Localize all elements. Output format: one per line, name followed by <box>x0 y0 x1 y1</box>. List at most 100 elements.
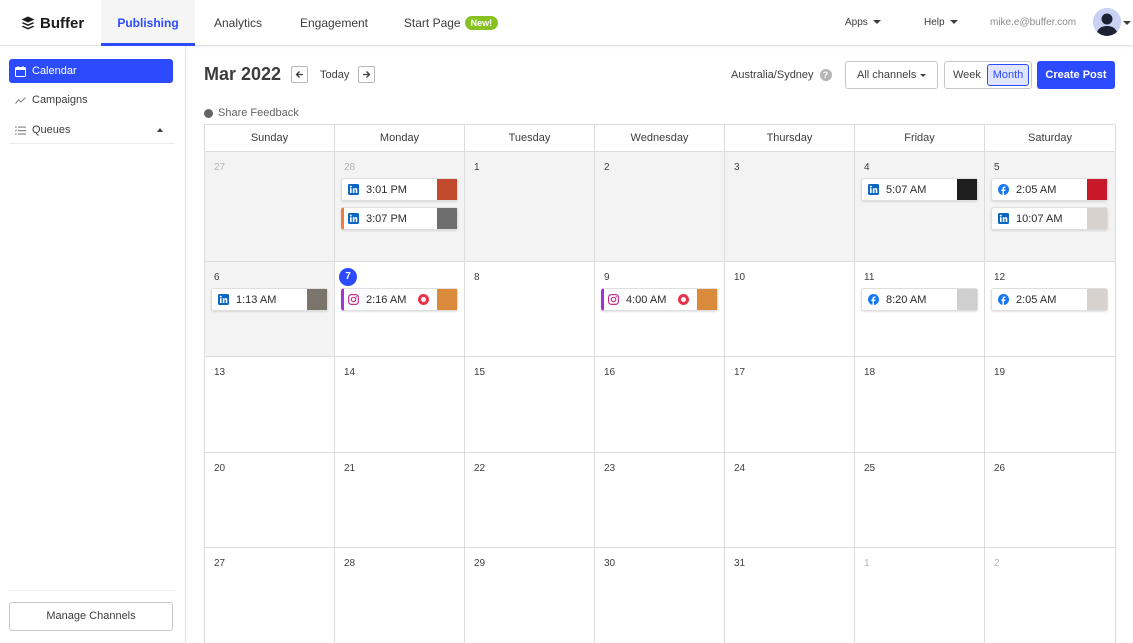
scheduled-post[interactable]: 2:16 AM <box>341 288 458 311</box>
day-number: 5 <box>994 162 1000 173</box>
instagram-icon <box>608 294 619 305</box>
calendar-day-cell[interactable]: 17 <box>725 357 855 453</box>
user-email: mike.e@buffer.com <box>990 17 1077 28</box>
chevron-up-icon[interactable] <box>157 128 163 132</box>
calendar-day-cell[interactable]: 22 <box>465 453 595 548</box>
apps-menu[interactable]: Apps <box>845 0 881 46</box>
calendar-day-cell[interactable]: 7 2:16 AM <box>335 262 465 357</box>
day-number: 31 <box>734 558 746 569</box>
calendar-day-cell[interactable]: 11 8:20 AM <box>855 262 985 357</box>
calendar-day-cell[interactable]: 16 <box>595 357 725 453</box>
calendar-day-cell[interactable]: 2 <box>985 548 1116 643</box>
today-button[interactable]: Today <box>320 69 349 81</box>
calendar-day-cell[interactable]: 26 <box>985 453 1116 548</box>
calendar-day-cell[interactable]: 4 5:07 AM <box>855 152 985 262</box>
scheduled-post[interactable]: 2:05 AM <box>991 178 1108 201</box>
arrow-left-icon <box>295 71 303 78</box>
calendar-day-cell[interactable]: 6 1:13 AM <box>205 262 335 357</box>
share-feedback-link[interactable]: Share Feedback <box>204 107 299 119</box>
tab-engagement[interactable]: Engagement <box>290 0 378 46</box>
calendar-day-cell[interactable]: 29 <box>465 548 595 643</box>
day-number: 17 <box>734 367 746 378</box>
scheduled-post[interactable]: 8:20 AM <box>861 288 978 311</box>
linkedin-icon <box>348 184 359 195</box>
tab-publishing[interactable]: Publishing <box>101 0 195 46</box>
calendar-day-cell[interactable]: 1 <box>465 152 595 262</box>
day-number: 12 <box>994 272 1006 283</box>
tab-label: Start Page <box>403 16 461 30</box>
tab-analytics[interactable]: Analytics <box>203 0 273 46</box>
calendar-day-cell[interactable]: 2 <box>595 152 725 262</box>
week-view-button[interactable]: Week <box>953 69 981 81</box>
calendar-day-cell[interactable]: 27 <box>205 548 335 643</box>
avatar[interactable] <box>1093 8 1121 36</box>
calendar-day-cell[interactable]: 30 <box>595 548 725 643</box>
calendar-day-cell[interactable]: 9 4:00 AM <box>595 262 725 357</box>
manage-channels-button[interactable]: Manage Channels <box>9 602 173 631</box>
post-time: 5:07 AM <box>886 183 927 196</box>
month-view-button[interactable]: Month <box>987 64 1029 86</box>
post-time: 2:16 AM <box>366 293 407 306</box>
channels-label: All channels <box>857 69 917 81</box>
weekday-header: Saturday <box>985 125 1116 152</box>
day-number: 15 <box>474 367 486 378</box>
scheduled-post[interactable]: 5:07 AM <box>861 178 978 201</box>
calendar-day-cell[interactable]: 31 <box>725 548 855 643</box>
facebook-icon <box>998 294 1009 305</box>
calendar-day-cell[interactable]: 27 <box>205 152 335 262</box>
calendar-day-cell[interactable]: 24 <box>725 453 855 548</box>
post-time: 3:01 PM <box>366 183 407 196</box>
post-thumbnail <box>437 208 457 229</box>
help-icon[interactable]: ? <box>819 69 832 81</box>
calendar-day-cell[interactable]: 28 <box>335 548 465 643</box>
calendar-day-cell[interactable]: 15 <box>465 357 595 453</box>
scheduled-post[interactable]: 2:05 AM <box>991 288 1108 311</box>
sidebar: Calendar Campaigns Queues Manage Channel… <box>0 46 186 643</box>
timezone: Australia/Sydney ? <box>731 69 832 81</box>
channels-dropdown[interactable]: All channels <box>845 61 938 89</box>
next-month-button[interactable] <box>358 66 375 83</box>
sidebar-item-label: Calendar <box>32 65 77 77</box>
post-thumbnail <box>697 289 717 310</box>
day-number: 26 <box>994 463 1006 474</box>
tab-start-page[interactable]: Start Page New! <box>398 0 504 46</box>
calendar-day-cell[interactable]: 19 <box>985 357 1116 453</box>
calendar-day-cell[interactable]: 21 <box>335 453 465 548</box>
calendar-day-cell[interactable]: 12 2:05 AM <box>985 262 1116 357</box>
scheduled-post[interactable]: 3:07 PM <box>341 207 458 230</box>
calendar-day-cell[interactable]: 8 <box>465 262 595 357</box>
buffer-logo[interactable]: Buffer <box>21 14 84 32</box>
calendar-day-cell[interactable]: 25 <box>855 453 985 548</box>
calendar-day-cell[interactable]: 3 <box>725 152 855 262</box>
day-number: 22 <box>474 463 486 474</box>
day-number: 2 <box>604 162 610 173</box>
sidebar-item-calendar[interactable]: Calendar <box>9 59 173 83</box>
calendar-day-cell[interactable]: 5 2:05 AM 10:07 AM <box>985 152 1116 262</box>
today-day-number: 7 <box>339 268 357 286</box>
post-thumbnail <box>957 289 977 310</box>
previous-month-button[interactable] <box>291 66 308 83</box>
sidebar-item-campaigns[interactable]: Campaigns <box>9 88 173 112</box>
apps-label: Apps <box>845 17 868 28</box>
sidebar-item-queues[interactable]: Queues <box>9 118 173 142</box>
help-menu[interactable]: Help <box>924 0 958 46</box>
scheduled-post[interactable]: 1:13 AM <box>211 288 328 311</box>
calendar-day-cell[interactable]: 28 3:01 PM 3:07 PM <box>335 152 465 262</box>
day-number: 18 <box>864 367 876 378</box>
post-thumbnail <box>1087 179 1107 200</box>
calendar-day-cell[interactable]: 10 <box>725 262 855 357</box>
calendar-day-cell[interactable]: 13 <box>205 357 335 453</box>
day-number: 28 <box>344 558 356 569</box>
create-post-button[interactable]: Create Post <box>1037 61 1115 89</box>
scheduled-post[interactable]: 4:00 AM <box>601 288 718 311</box>
day-number: 27 <box>214 162 226 173</box>
calendar-day-cell[interactable]: 14 <box>335 357 465 453</box>
calendar-day-cell[interactable]: 1 <box>855 548 985 643</box>
scheduled-post[interactable]: 3:01 PM <box>341 178 458 201</box>
calendar-day-cell[interactable]: 20 <box>205 453 335 548</box>
calendar-day-cell[interactable]: 23 <box>595 453 725 548</box>
calendar-day-cell[interactable]: 18 <box>855 357 985 453</box>
chevron-down-icon[interactable] <box>1123 21 1131 25</box>
scheduled-post[interactable]: 10:07 AM <box>991 207 1108 230</box>
chevron-down-icon <box>920 74 926 77</box>
